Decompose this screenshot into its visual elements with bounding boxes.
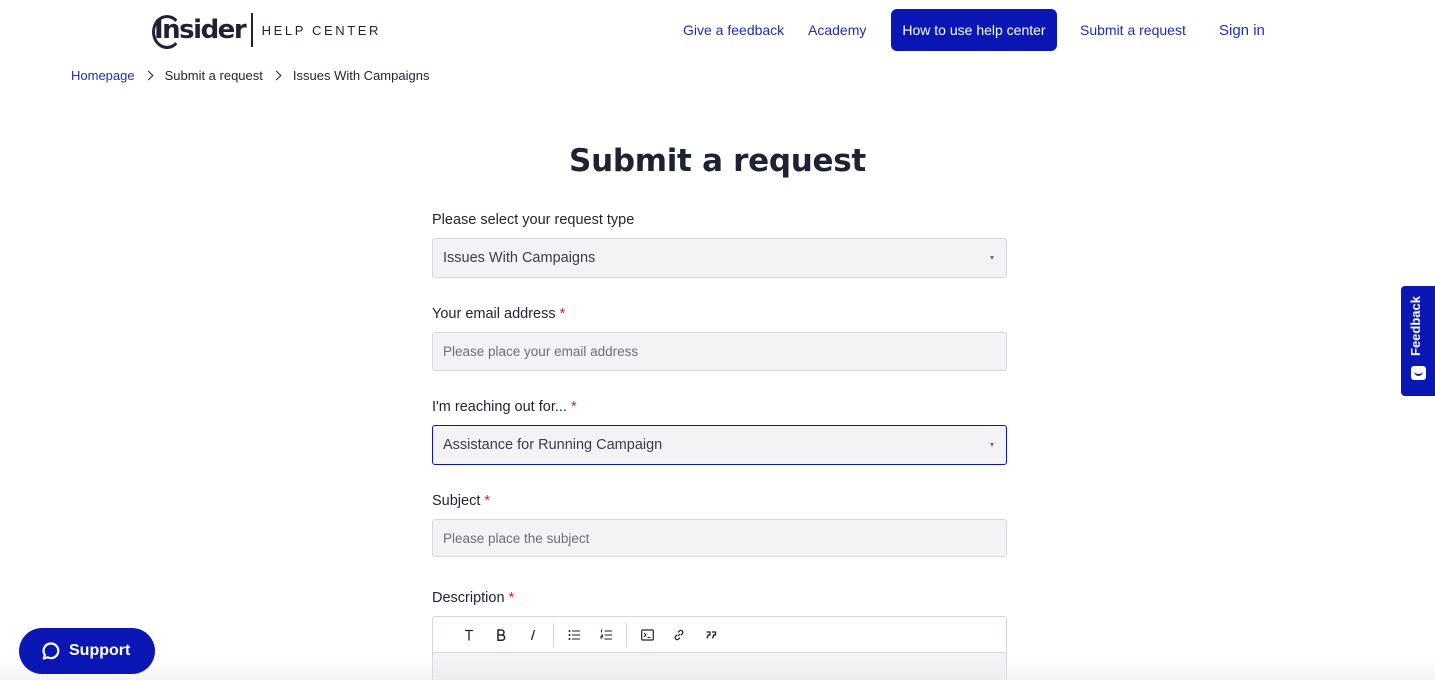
breadcrumb-submit-request[interactable]: Submit a request (165, 68, 263, 83)
numbered-list-icon[interactable] (590, 623, 622, 647)
required-asterisk: * (508, 590, 515, 606)
request-type-label: Please select your request type (432, 212, 635, 228)
breadcrumb-homepage[interactable]: Homepage (71, 68, 135, 83)
sign-in-link[interactable]: Sign in (1219, 22, 1265, 39)
text-format-icon[interactable] (453, 623, 485, 647)
nav-give-feedback-link[interactable]: Give a feedback (683, 22, 784, 38)
breadcrumb-current: Issues With Campaigns (292, 67, 430, 83)
logo-ring-icon (152, 15, 182, 49)
smiley-icon (1411, 366, 1426, 380)
logo-subtitle: HELP CENTER (261, 22, 382, 38)
nav-sign-in[interactable]: Sign in (1219, 9, 1265, 51)
breadcrumb: Homepage Submit a request Issues With Ca… (71, 66, 429, 84)
chevron-right-icon (271, 70, 282, 80)
email-placeholder: Please place your email address (443, 344, 639, 359)
logo-wordmark: Insider (152, 15, 247, 49)
nav-give-feedback[interactable]: Give a feedback (683, 9, 784, 51)
dropdown-caret-icon (990, 256, 994, 260)
bullet-list-icon[interactable] (558, 623, 590, 647)
nav-academy-link[interactable]: Academy (808, 22, 866, 38)
feedback-tab-label: Feedback (1408, 296, 1423, 356)
reaching-out-select[interactable]: Assistance for Running Campaign (432, 425, 1007, 465)
email-field[interactable]: Please place your email address (432, 332, 1007, 371)
toolbar-divider (626, 622, 627, 647)
request-type-select[interactable]: Issues With Campaigns (432, 238, 1007, 278)
support-button-label: Support (69, 642, 131, 659)
logo-divider (251, 13, 253, 47)
page-title: Submit a request (569, 143, 866, 179)
reaching-out-label: I'm reaching out for... * (432, 399, 577, 415)
toolbar-divider (553, 622, 554, 647)
quote-icon[interactable] (695, 623, 727, 647)
nav-how-to-use-button[interactable]: How to use help center (891, 9, 1057, 51)
description-label: Description * (432, 590, 515, 606)
support-button[interactable]: Support (19, 628, 155, 674)
nav-submit-request-link[interactable]: Submit a request (1080, 22, 1186, 38)
nav-submit-request[interactable]: Submit a request (1080, 9, 1186, 51)
italic-icon[interactable] (517, 623, 549, 647)
feedback-tab[interactable]: Feedback (1401, 286, 1435, 396)
link-icon[interactable] (663, 623, 695, 647)
dropdown-caret-icon (990, 443, 994, 447)
required-asterisk: * (484, 493, 491, 509)
bold-icon[interactable] (485, 623, 517, 647)
nav-how-to-use-link[interactable]: How to use help center (902, 22, 1045, 38)
description-textarea[interactable] (433, 653, 1006, 680)
chevron-right-icon (143, 70, 154, 80)
email-label: Your email address * (432, 306, 566, 322)
insider-logo[interactable]: Insider HELP CENTER (152, 10, 382, 50)
nav-academy[interactable]: Academy (808, 9, 866, 51)
code-block-icon[interactable] (631, 623, 663, 647)
required-asterisk: * (570, 399, 577, 415)
required-asterisk: * (559, 306, 566, 322)
subject-placeholder: Please place the subject (443, 530, 590, 546)
request-type-value: Issues With Campaigns (443, 250, 596, 266)
chat-bubble-icon (42, 642, 60, 660)
description-editor (432, 616, 1007, 680)
reaching-out-value: Assistance for Running Campaign (443, 437, 663, 453)
subject-label: Subject * (432, 493, 491, 509)
subject-field[interactable]: Please place the subject (432, 519, 1007, 557)
editor-toolbar (433, 617, 1006, 653)
header: Insider HELP CENTER Give a feedback Acad… (0, 0, 1435, 60)
